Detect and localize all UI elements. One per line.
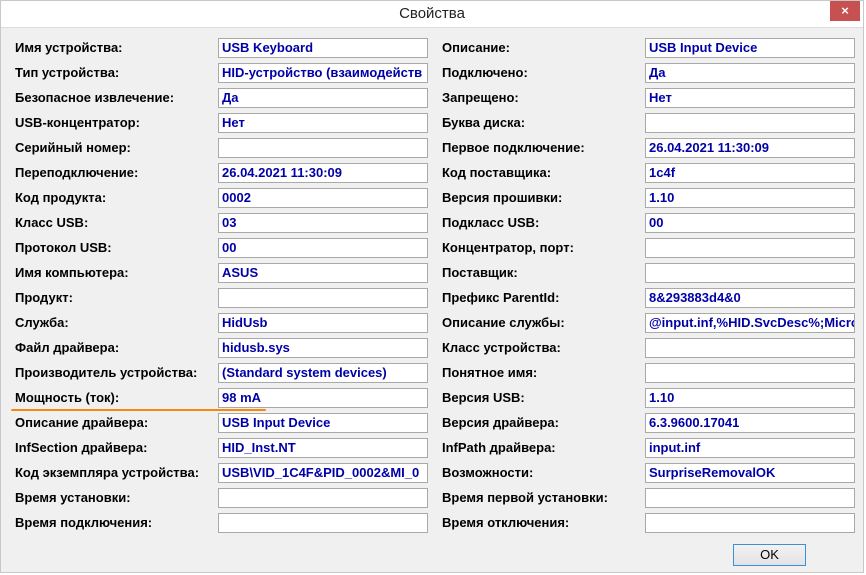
- property-value-field[interactable]: 0002: [218, 188, 428, 208]
- title-bar[interactable]: Свойства ×: [1, 1, 863, 28]
- property-value-field[interactable]: [645, 113, 855, 133]
- property-label: Возможности:: [442, 465, 534, 480]
- highlight-underline: [11, 409, 266, 411]
- property-label: Имя устройства:: [15, 40, 123, 55]
- property-label: Описание:: [442, 40, 510, 55]
- property-value-field[interactable]: 6.3.9600.17041: [645, 413, 855, 433]
- property-value-field[interactable]: [218, 513, 428, 533]
- properties-dialog: Свойства × Имя устройства: USB Keyboard Ти…: [0, 0, 864, 573]
- property-label: Продукт:: [15, 290, 73, 305]
- property-label: Концентратор, порт:: [442, 240, 574, 255]
- property-label: Файл драйвера:: [15, 340, 120, 355]
- property-label: Время подключения:: [15, 515, 153, 530]
- property-value-field[interactable]: [645, 363, 855, 383]
- property-label: Служба:: [15, 315, 69, 330]
- property-value-field[interactable]: 03: [218, 213, 428, 233]
- property-value-field[interactable]: [218, 488, 428, 508]
- property-label: Первое подключение:: [442, 140, 585, 155]
- property-label: InfSection драйвера:: [15, 440, 148, 455]
- property-label: Префикс ParentId:: [442, 290, 560, 305]
- property-value-field[interactable]: 1c4f: [645, 163, 855, 183]
- property-value-field[interactable]: USB Keyboard: [218, 38, 428, 58]
- property-value-field[interactable]: 1.10: [645, 388, 855, 408]
- property-label: Класс устройства:: [442, 340, 561, 355]
- property-label: Переподключение:: [15, 165, 139, 180]
- property-value-field[interactable]: Да: [645, 63, 855, 83]
- property-value-field[interactable]: [218, 288, 428, 308]
- property-value-field[interactable]: 26.04.2021 11:30:09: [218, 163, 428, 183]
- close-button[interactable]: ×: [830, 1, 860, 21]
- property-value-field[interactable]: USB Input Device: [645, 38, 855, 58]
- property-label: Версия USB:: [442, 390, 525, 405]
- property-value-field[interactable]: Да: [218, 88, 428, 108]
- property-value-field[interactable]: Нет: [645, 88, 855, 108]
- property-label: Поставщик:: [442, 265, 518, 280]
- property-label: Описание драйвера:: [15, 415, 149, 430]
- property-value-field[interactable]: ASUS: [218, 263, 428, 283]
- close-icon: ×: [841, 3, 849, 18]
- property-label: Подкласс USB:: [442, 215, 540, 230]
- dialog-title: Свойства: [399, 5, 465, 22]
- property-label: Понятное имя:: [442, 365, 538, 380]
- property-value-field[interactable]: [645, 338, 855, 358]
- property-label: Безопасное извлечение:: [15, 90, 175, 105]
- property-label: USB-концентратор:: [15, 115, 140, 130]
- property-label: Мощность (ток):: [15, 390, 120, 405]
- ok-button[interactable]: OK: [733, 544, 806, 566]
- property-label: Версия драйвера:: [442, 415, 559, 430]
- property-label: Код поставщика:: [442, 165, 552, 180]
- property-label: Имя компьютера:: [15, 265, 129, 280]
- property-label: InfPath драйвера:: [442, 440, 556, 455]
- property-value-field[interactable]: hidusb.sys: [218, 338, 428, 358]
- property-value-field[interactable]: [645, 263, 855, 283]
- property-label: Запрещено:: [442, 90, 519, 105]
- property-value-field[interactable]: input.inf: [645, 438, 855, 458]
- property-value-field[interactable]: Нет: [218, 113, 428, 133]
- property-value-field[interactable]: @input.inf,%HID.SvcDesc%;Microsoft: [645, 313, 855, 333]
- property-value-field[interactable]: 98 mA: [218, 388, 428, 408]
- property-value-field[interactable]: [645, 513, 855, 533]
- property-label: Время установки:: [15, 490, 131, 505]
- property-label: Протокол USB:: [15, 240, 112, 255]
- property-value-field[interactable]: [645, 238, 855, 258]
- property-label: Класс USB:: [15, 215, 89, 230]
- property-value-field[interactable]: 1.10: [645, 188, 855, 208]
- property-label: Производитель устройства:: [15, 365, 198, 380]
- property-value-field[interactable]: [218, 138, 428, 158]
- property-value-field[interactable]: 8&293883d4&0: [645, 288, 855, 308]
- property-label: Код экземпляра устройства:: [15, 465, 200, 480]
- property-label: Серийный номер:: [15, 140, 131, 155]
- property-value-field[interactable]: (Standard system devices): [218, 363, 428, 383]
- property-label: Тип устройства:: [15, 65, 120, 80]
- property-label: Код продукта:: [15, 190, 107, 205]
- property-value-field[interactable]: SurpriseRemovalOK: [645, 463, 855, 483]
- property-value-field[interactable]: [645, 488, 855, 508]
- property-label: Буква диска:: [442, 115, 526, 130]
- property-label: Время первой установки:: [442, 490, 608, 505]
- property-label: Подключено:: [442, 65, 528, 80]
- property-label: Время отключения:: [442, 515, 570, 530]
- property-value-field[interactable]: 00: [645, 213, 855, 233]
- property-value-field[interactable]: HID_Inst.NT: [218, 438, 428, 458]
- property-label: Версия прошивки:: [442, 190, 563, 205]
- property-value-field[interactable]: USB\VID_1C4F&PID_0002&MI_0: [218, 463, 428, 483]
- property-value-field[interactable]: 26.04.2021 11:30:09: [645, 138, 855, 158]
- property-value-field[interactable]: USB Input Device: [218, 413, 428, 433]
- property-value-field[interactable]: 00: [218, 238, 428, 258]
- property-value-field[interactable]: HID-устройство (взаимодейств: [218, 63, 428, 83]
- property-value-field[interactable]: HidUsb: [218, 313, 428, 333]
- property-label: Описание службы:: [442, 315, 565, 330]
